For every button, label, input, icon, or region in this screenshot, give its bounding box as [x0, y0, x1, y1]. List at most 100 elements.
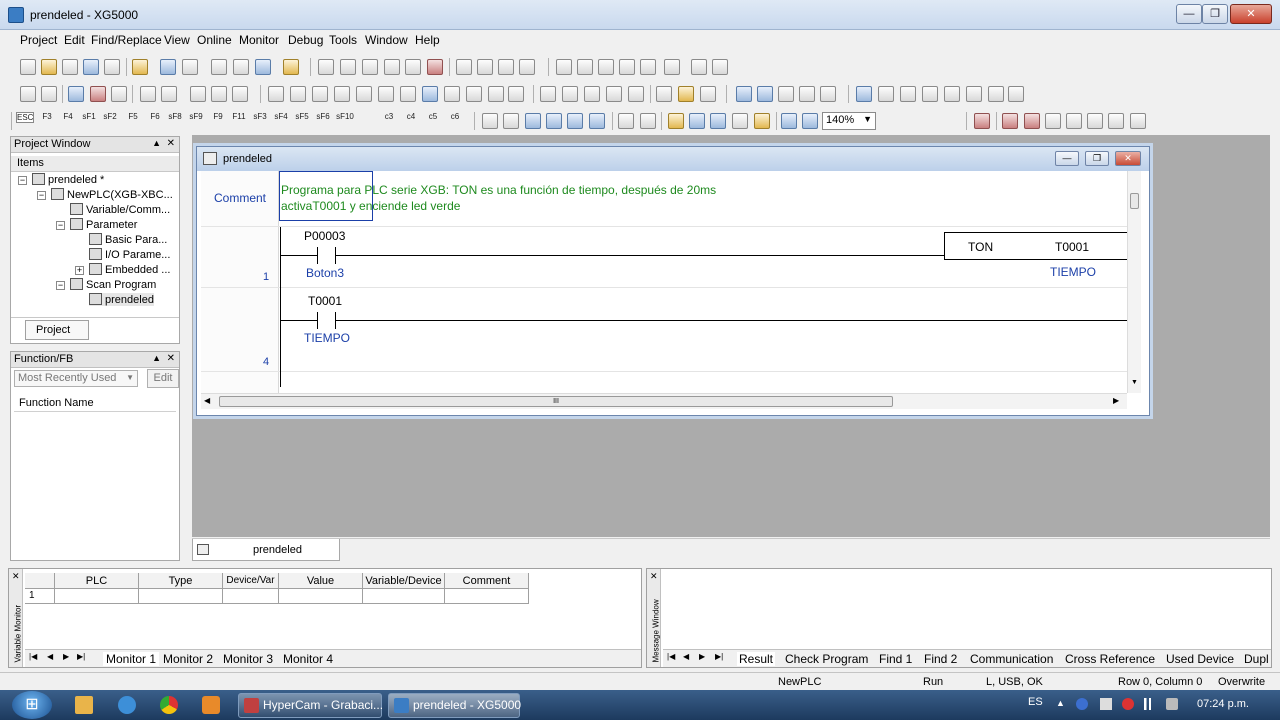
key-positive-pulse[interactable]: sF1 — [80, 112, 98, 121]
force-io-icon[interactable] — [1002, 113, 1018, 129]
key-normally-open-contact[interactable]: F3 — [38, 112, 56, 121]
taskbar-hypercam[interactable]: HyperCam - Grabaci... — [238, 693, 383, 718]
key-set-coil[interactable]: sF3 — [251, 112, 269, 121]
start-button[interactable]: ⊞ — [12, 691, 52, 719]
mode-icon-2[interactable] — [900, 86, 916, 102]
view-device-icon[interactable] — [525, 113, 541, 129]
project-view-icon[interactable] — [160, 59, 176, 75]
device-icon[interactable] — [268, 86, 284, 102]
write-icon[interactable] — [161, 86, 177, 102]
view-label-icon[interactable] — [567, 113, 583, 129]
menu-edit[interactable]: Edit — [64, 33, 85, 47]
view-ladder-icon[interactable] — [482, 113, 498, 129]
new-file-icon[interactable] — [20, 59, 36, 75]
ladder-canvas[interactable]: Comment Programa para PLC serie XGB: TON… — [201, 171, 1127, 393]
back-icon[interactable] — [691, 59, 707, 75]
last-tab-icon[interactable]: ▶| — [77, 652, 85, 661]
online-write-icon[interactable] — [1087, 113, 1103, 129]
next-tab-icon[interactable]: ▶ — [699, 652, 705, 661]
tree-item-embedded[interactable]: Embedded ... — [89, 263, 170, 276]
ladder-maximize-button[interactable]: ❐ — [1085, 151, 1109, 166]
key-negative-coil[interactable]: sF6 — [314, 112, 332, 121]
tree-item-scan-program[interactable]: Scan Program — [70, 278, 156, 291]
tab-monitor-1[interactable]: Monitor 1 — [103, 652, 160, 666]
vertical-scrollbar[interactable]: ▼ — [1127, 171, 1141, 393]
target-icon[interactable] — [255, 59, 271, 75]
find-next-icon[interactable] — [577, 59, 593, 75]
copy-icon[interactable] — [384, 59, 400, 75]
language-indicator[interactable]: ES — [1028, 696, 1043, 708]
io-skip-icon[interactable] — [1024, 113, 1040, 129]
maximize-button[interactable]: ❐ — [1202, 4, 1228, 24]
menu-find-replace[interactable]: Find/Replace — [91, 33, 162, 47]
debug-watch-icon[interactable] — [700, 86, 716, 102]
comment-icon[interactable] — [283, 59, 299, 75]
tray-expand-icon[interactable]: ▲ — [1056, 698, 1065, 708]
menu-tools[interactable]: Tools — [329, 33, 357, 47]
mode-icon-7[interactable] — [1008, 86, 1024, 102]
pin-icon[interactable]: ▲ — [152, 138, 161, 148]
graph-icon[interactable] — [444, 86, 460, 102]
menu-online[interactable]: Online — [197, 33, 232, 47]
disconnect-icon[interactable] — [41, 86, 57, 102]
rung-comment-icon[interactable] — [668, 113, 684, 129]
menu-window[interactable]: Window — [365, 33, 408, 47]
compare-icon[interactable] — [334, 86, 350, 102]
paste-icon[interactable] — [405, 59, 421, 75]
diagnosis-icon[interactable] — [488, 86, 504, 102]
view-list-icon[interactable] — [503, 113, 519, 129]
tab-project[interactable]: Project — [25, 320, 89, 340]
key-horizontal-line[interactable]: F5 — [124, 112, 142, 121]
replace-icon[interactable] — [598, 59, 614, 75]
close-button[interactable]: ✕ — [1230, 4, 1272, 24]
view-full-icon[interactable] — [589, 113, 605, 129]
device-icon[interactable] — [1100, 698, 1112, 710]
last-tab-icon[interactable]: ▶| — [715, 652, 723, 661]
key-normally-closed-contact[interactable]: F4 — [59, 112, 77, 121]
first-tab-icon[interactable]: |◀ — [29, 652, 37, 661]
delete-column-icon[interactable] — [519, 59, 535, 75]
stop-mode-icon[interactable] — [90, 86, 106, 102]
read-icon[interactable] — [140, 86, 156, 102]
taskbar-xg5000[interactable]: prendeled - XG5000 — [388, 693, 521, 718]
tab-used-device[interactable]: Used Device — [1166, 652, 1234, 666]
debug-start-icon[interactable] — [656, 86, 672, 102]
debug-break-icon[interactable] — [678, 86, 694, 102]
table-row[interactable]: 1 — [25, 589, 529, 604]
variables-icon[interactable] — [182, 59, 198, 75]
key-c3[interactable]: c3 — [380, 112, 398, 121]
print-icon[interactable] — [104, 59, 120, 75]
ladder-close-button[interactable]: ✕ — [1115, 151, 1141, 166]
mode-icon-6[interactable] — [988, 86, 1004, 102]
tab-monitor-3[interactable]: Monitor 3 — [223, 652, 273, 666]
online-edit-icon[interactable] — [1066, 113, 1082, 129]
step-over-icon[interactable] — [584, 86, 600, 102]
zoom-out-icon[interactable] — [802, 113, 818, 129]
doc-tab-prendeled[interactable]: prendeled — [192, 539, 340, 561]
monitor-stop-icon[interactable] — [232, 86, 248, 102]
expand-icon[interactable]: − — [56, 281, 65, 290]
flash-icon[interactable] — [378, 86, 394, 102]
mode-icon-1[interactable] — [878, 86, 894, 102]
bluetooth-icon[interactable] — [1076, 698, 1088, 710]
tab-duplicate[interactable]: Dupl — [1244, 652, 1269, 666]
monitor-hex-icon[interactable] — [640, 113, 656, 129]
pause-mode-icon[interactable] — [111, 86, 127, 102]
delete-row-icon[interactable] — [477, 59, 493, 75]
tree-item-basic-param[interactable]: Basic Para... — [89, 233, 167, 246]
expand-icon[interactable]: − — [37, 191, 46, 200]
output-comment-icon[interactable] — [689, 113, 705, 129]
cascade-icon[interactable] — [757, 86, 773, 102]
goto-step-icon[interactable] — [640, 59, 656, 75]
next-tab-icon[interactable]: ▶ — [63, 652, 69, 661]
key-not[interactable]: sF9 — [187, 112, 205, 121]
open-project-icon[interactable] — [62, 59, 78, 75]
key-coil[interactable]: F9 — [209, 112, 227, 121]
compile-icon[interactable] — [211, 59, 227, 75]
find-icon[interactable] — [556, 59, 572, 75]
tree-item-project[interactable]: prendeled * — [32, 173, 104, 186]
close-icon[interactable]: ✕ — [650, 571, 658, 582]
monitor-icon[interactable] — [233, 59, 249, 75]
horizontal-scroll-thumb[interactable]: III — [219, 396, 893, 407]
open-file-icon[interactable] — [41, 59, 57, 75]
